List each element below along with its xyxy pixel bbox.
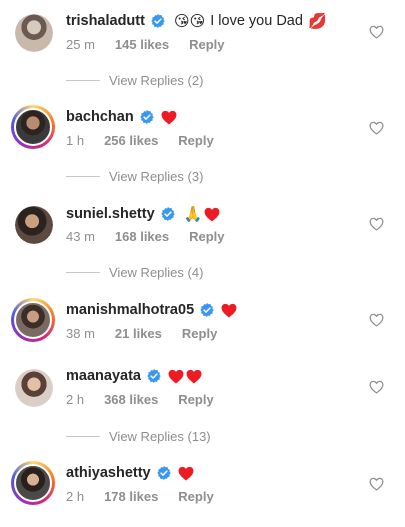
avatar[interactable] <box>11 298 55 342</box>
red-heart-emoji-icon <box>161 110 177 125</box>
divider <box>66 436 100 437</box>
verified-badge-icon <box>161 207 175 221</box>
verified-badge-icon <box>147 369 161 383</box>
comment-time: 2 h <box>66 392 85 407</box>
reply-button[interactable]: Reply <box>189 37 224 52</box>
avatar[interactable] <box>11 461 55 505</box>
username[interactable]: manishmalhotra05 <box>66 302 194 318</box>
comment-time: 2 h <box>66 489 85 504</box>
avatar[interactable] <box>15 206 53 244</box>
likes-count[interactable]: 256 likes <box>104 133 158 148</box>
view-replies-button[interactable]: View Replies (2) <box>66 73 203 88</box>
view-replies-label: View Replies (3) <box>109 169 204 184</box>
verified-badge-icon <box>157 466 171 480</box>
comment-text <box>161 110 177 125</box>
folded-hands-emoji-icon: 🙏 <box>183 205 203 223</box>
likes-count[interactable]: 178 likes <box>104 489 158 504</box>
heart-outline-icon[interactable] <box>369 380 384 394</box>
divider <box>66 80 100 81</box>
reply-button[interactable]: Reply <box>178 392 213 407</box>
username[interactable]: bachchan <box>66 109 134 125</box>
comment-time: 25 m <box>66 37 95 52</box>
likes-count[interactable]: 21 likes <box>115 326 162 341</box>
view-replies-label: View Replies (13) <box>109 429 211 444</box>
reply-button[interactable]: Reply <box>182 326 217 341</box>
heart-outline-icon[interactable] <box>369 121 384 135</box>
view-replies-button[interactable]: View Replies (3) <box>66 169 203 184</box>
heart-outline-icon[interactable] <box>369 217 384 231</box>
likes-count[interactable]: 145 likes <box>115 37 169 52</box>
reply-button[interactable]: Reply <box>189 229 224 244</box>
view-replies-label: View Replies (4) <box>109 265 204 280</box>
comment-time: 38 m <box>66 326 95 341</box>
red-heart-emoji-icon <box>178 466 194 481</box>
verified-badge-icon <box>151 14 165 28</box>
view-replies-button[interactable]: View Replies (4) <box>66 265 203 280</box>
red-heart-emoji-icon <box>221 303 237 318</box>
lips-emoji-icon: 💋 <box>307 12 327 30</box>
username[interactable]: athiyashetty <box>66 465 151 481</box>
avatar[interactable] <box>15 14 53 52</box>
avatar[interactable] <box>15 369 53 407</box>
username[interactable]: suniel.shetty <box>66 206 155 222</box>
heart-outline-icon[interactable] <box>369 313 384 327</box>
comment-text <box>221 303 237 318</box>
comment-text <box>168 369 202 384</box>
verified-badge-icon <box>200 303 214 317</box>
comment-text: 🙏 <box>182 205 221 223</box>
reply-button[interactable]: Reply <box>178 489 213 504</box>
username[interactable]: trishaladutt <box>66 13 145 29</box>
comment-text-body: I love you Dad <box>210 13 303 29</box>
red-heart-emoji-icon <box>186 369 202 384</box>
avatar[interactable] <box>11 105 55 149</box>
reply-button[interactable]: Reply <box>178 133 213 148</box>
kiss-emoji-icon: 😘😘 <box>173 12 206 30</box>
username[interactable]: maanayata <box>66 368 141 384</box>
view-replies-label: View Replies (2) <box>109 73 204 88</box>
divider <box>66 176 100 177</box>
likes-count[interactable]: 368 likes <box>104 392 158 407</box>
divider <box>66 272 100 273</box>
red-heart-emoji-icon <box>168 369 184 384</box>
red-heart-emoji-icon <box>204 207 220 222</box>
comment-text: 😘😘 I love you Dad 💋 <box>172 12 327 30</box>
comment-text <box>178 466 194 481</box>
verified-badge-icon <box>140 110 154 124</box>
heart-outline-icon[interactable] <box>369 477 384 491</box>
likes-count[interactable]: 168 likes <box>115 229 169 244</box>
comment-time: 1 h <box>66 133 85 148</box>
comment-time: 43 m <box>66 229 95 244</box>
heart-outline-icon[interactable] <box>369 25 384 39</box>
view-replies-button[interactable]: View Replies (13) <box>66 429 211 444</box>
